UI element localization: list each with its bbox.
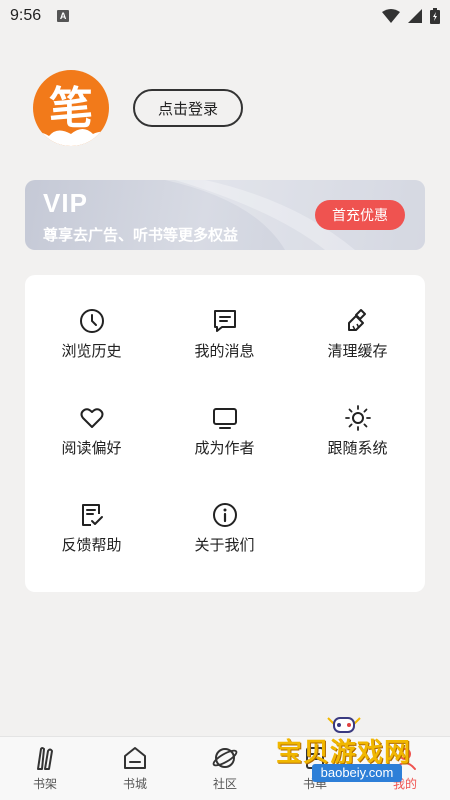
avatar[interactable]: 笔 [33,70,109,146]
menu-item-reading-prefs[interactable]: 阅读偏好 [25,372,158,457]
menu-label: 成为作者 [194,439,255,457]
monitor-icon [212,405,238,431]
signal-icon [408,9,422,23]
watermark-url: baobeiy.com [312,764,402,782]
message-icon [212,308,238,334]
vip-banner[interactable]: VIP 尊享去广告、听书等更多权益 首充优惠 [25,180,425,250]
nav-label: 书架 [32,777,57,791]
menu-item-messages[interactable]: 我的消息 [158,275,291,360]
menu-item-clear-cache[interactable]: 清理缓存 [291,275,424,360]
store-icon [122,745,148,771]
broom-icon [345,308,371,334]
heart-icon [79,405,105,431]
menu-item-become-author[interactable]: 成为作者 [158,372,291,457]
profile-header: 笔 点击登录 [33,70,243,146]
sun-icon [344,405,371,431]
nav-bookshelf[interactable]: 书架 [0,737,90,800]
menu-label: 反馈帮助 [61,536,122,554]
battery-icon [430,8,440,24]
nav-bookstore[interactable]: 书城 [90,737,180,800]
status-time: 9:56 [10,7,42,24]
menu-item-history[interactable]: 浏览历史 [25,275,158,360]
menu-label: 清理缓存 [327,342,388,360]
vip-title: VIP [43,188,88,218]
menu-item-feedback[interactable]: 反馈帮助 [25,469,158,554]
menu-item-about[interactable]: 关于我们 [158,469,291,554]
nav-community[interactable]: 社区 [180,737,270,800]
bookshelf-icon [32,745,58,771]
nav-label: 社区 [212,777,237,791]
menu-label: 我的消息 [194,342,255,360]
wifi-icon [382,9,400,23]
menu-label: 阅读偏好 [61,439,122,457]
vip-subtitle: 尊享去广告、听书等更多权益 [43,226,239,244]
menu-label: 关于我们 [194,536,255,554]
feedback-icon [79,502,105,528]
menu-label: 浏览历史 [61,342,122,360]
planet-icon [212,745,238,771]
notification-badge: A [57,10,70,22]
status-bar: 9:56 A [0,0,450,32]
first-recharge-button[interactable]: 首充优惠 [315,200,405,230]
watermark: 宝贝游戏网 baobeiy.com [272,714,448,784]
clock-icon [79,308,105,334]
avatar-logo-char: 笔 [49,83,93,134]
menu-grid: 浏览历史 我的消息 清理缓存 阅读偏好 成为作者 跟随系统 反馈帮助 关于我们 [25,275,425,592]
menu-item-follow-system[interactable]: 跟随系统 [291,372,424,457]
info-icon [212,502,238,528]
menu-label: 跟随系统 [327,439,388,457]
nav-label: 书城 [122,777,147,791]
login-button[interactable]: 点击登录 [133,89,243,127]
